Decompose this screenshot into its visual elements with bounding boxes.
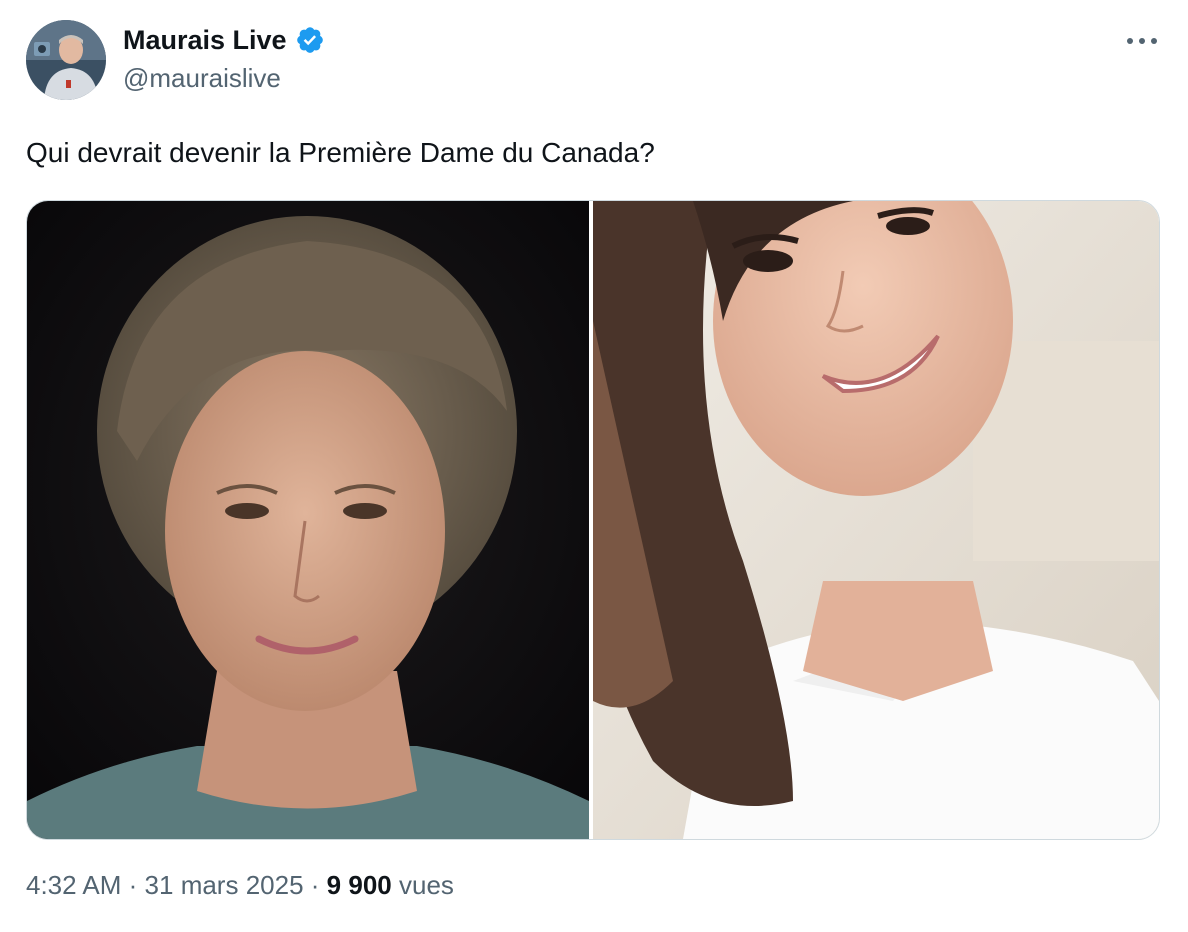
tweet-meta: 4:32 AM · 31 mars 2025 · 9 900 vues (26, 870, 454, 901)
tweet-date[interactable]: 31 mars 2025 (145, 870, 304, 900)
more-options-button[interactable] (1122, 26, 1162, 56)
author-handle[interactable]: @mauraislive (123, 63, 281, 94)
meta-separator: · (310, 870, 320, 900)
verified-badge-icon[interactable] (295, 25, 325, 55)
meta-separator: · (128, 870, 138, 900)
views-count: 9 900 (326, 870, 392, 900)
tweet-photo-2[interactable] (593, 201, 1159, 839)
author-name-row: Maurais Live (123, 22, 325, 58)
author-avatar[interactable] (26, 20, 106, 100)
tweet-text: Qui devrait devenir la Première Dame du … (26, 137, 655, 168)
tweet-photo-1[interactable] (27, 201, 589, 839)
author-display-name[interactable]: Maurais Live (123, 25, 287, 56)
tweet-time[interactable]: 4:32 AM (26, 870, 121, 900)
views-label: vues (398, 870, 454, 900)
tweet-media-grid (26, 200, 1160, 840)
tweet[interactable]: Maurais Live @mauraislive Qui devrait de… (0, 0, 1188, 932)
more-horizontal-icon (1127, 38, 1157, 44)
